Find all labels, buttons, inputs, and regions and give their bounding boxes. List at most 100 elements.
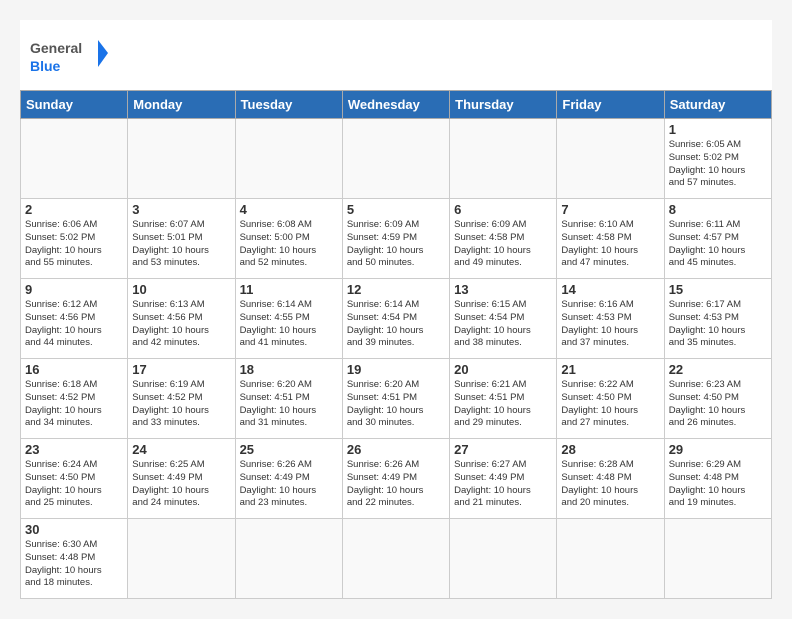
day-cell: 14 Sunrise: 6:16 AM Sunset: 4:53 PM Dayli…	[557, 279, 664, 359]
day-number: 26	[347, 442, 445, 457]
day-cell: 20Sunrise: 6:21 AM Sunset: 4:51 PM Dayli…	[450, 359, 557, 439]
day-number: 14	[561, 282, 659, 297]
day-cell: 22Sunrise: 6:23 AM Sunset: 4:50 PM Dayli…	[664, 359, 771, 439]
day-cell	[128, 119, 235, 199]
svg-text:Blue: Blue	[30, 58, 61, 74]
day-info: Sunrise: 6:29 AM Sunset: 4:48 PM Dayligh…	[669, 459, 767, 510]
day-number: 2	[25, 202, 123, 217]
day-cell: 25 Sunrise: 6:26 AM Sunset: 4:49 PM Dayli…	[235, 439, 342, 519]
day-cell	[128, 519, 235, 599]
logo: General Blue	[30, 35, 110, 80]
day-info: Sunrise: 6:27 AM Sunset: 4:49 PM Dayligh…	[454, 459, 552, 510]
day-cell: 26 Sunrise: 6:26 AM Sunset: 4:49 PM Dayli…	[342, 439, 449, 519]
day-cell: 12Sunrise: 6:14 AM Sunset: 4:54 PM Dayli…	[342, 279, 449, 359]
week-row-4: 16Sunrise: 6:18 AM Sunset: 4:52 PM Dayli…	[21, 359, 772, 439]
day-cell: 28 Sunrise: 6:28 AM Sunset: 4:48 PM Dayli…	[557, 439, 664, 519]
day-cell: 4Sunrise: 6:08 AM Sunset: 5:00 PM Daylig…	[235, 199, 342, 279]
page: General Blue SundayMondayTuesdayWednesda…	[20, 20, 772, 599]
day-info: Sunrise: 6:10 AM Sunset: 4:58 PM Dayligh…	[561, 219, 659, 270]
day-info: Sunrise: 6:06 AM Sunset: 5:02 PM Dayligh…	[25, 219, 123, 270]
day-number: 18	[240, 362, 338, 377]
day-cell: 29 Sunrise: 6:29 AM Sunset: 4:48 PM Dayli…	[664, 439, 771, 519]
day-cell	[557, 519, 664, 599]
day-cell: 19Sunrise: 6:20 AM Sunset: 4:51 PM Dayli…	[342, 359, 449, 439]
day-cell	[21, 119, 128, 199]
day-cell: 5Sunrise: 6:09 AM Sunset: 4:59 PM Daylig…	[342, 199, 449, 279]
day-number: 6	[454, 202, 552, 217]
day-number: 24	[132, 442, 230, 457]
day-cell: 16Sunrise: 6:18 AM Sunset: 4:52 PM Dayli…	[21, 359, 128, 439]
logo-icon: General Blue	[30, 35, 110, 80]
day-cell: 2 Sunrise: 6:06 AM Sunset: 5:02 PM Daylig…	[21, 199, 128, 279]
day-cell	[235, 519, 342, 599]
day-cell	[450, 119, 557, 199]
day-number: 7	[561, 202, 659, 217]
day-cell: 8 Sunrise: 6:11 AM Sunset: 4:57 PM Daylig…	[664, 199, 771, 279]
weekday-tuesday: Tuesday	[235, 91, 342, 119]
day-cell: 1 Sunrise: 6:05 AM Sunset: 5:02 PM Daylig…	[664, 119, 771, 199]
day-number: 13	[454, 282, 552, 297]
day-info: Sunrise: 6:26 AM Sunset: 4:49 PM Dayligh…	[240, 459, 338, 510]
day-cell: 11Sunrise: 6:14 AM Sunset: 4:55 PM Dayli…	[235, 279, 342, 359]
day-cell: 10 Sunrise: 6:13 AM Sunset: 4:56 PM Dayli…	[128, 279, 235, 359]
day-cell	[557, 119, 664, 199]
day-number: 27	[454, 442, 552, 457]
week-row-3: 9 Sunrise: 6:12 AM Sunset: 4:56 PM Daylig…	[21, 279, 772, 359]
weekday-sunday: Sunday	[21, 91, 128, 119]
day-info: Sunrise: 6:28 AM Sunset: 4:48 PM Dayligh…	[561, 459, 659, 510]
day-info: Sunrise: 6:07 AM Sunset: 5:01 PM Dayligh…	[132, 219, 230, 270]
day-cell	[342, 119, 449, 199]
day-info: Sunrise: 6:11 AM Sunset: 4:57 PM Dayligh…	[669, 219, 767, 270]
day-cell: 15 Sunrise: 6:17 AM Sunset: 4:53 PM Dayli…	[664, 279, 771, 359]
weekday-thursday: Thursday	[450, 91, 557, 119]
day-number: 8	[669, 202, 767, 217]
day-number: 11	[240, 282, 338, 297]
weekday-friday: Friday	[557, 91, 664, 119]
day-cell: 3Sunrise: 6:07 AM Sunset: 5:01 PM Daylig…	[128, 199, 235, 279]
day-info: Sunrise: 6:15 AM Sunset: 4:54 PM Dayligh…	[454, 299, 552, 350]
day-cell: 27 Sunrise: 6:27 AM Sunset: 4:49 PM Dayli…	[450, 439, 557, 519]
day-number: 25	[240, 442, 338, 457]
day-info: Sunrise: 6:19 AM Sunset: 4:52 PM Dayligh…	[132, 379, 230, 430]
day-info: Sunrise: 6:23 AM Sunset: 4:50 PM Dayligh…	[669, 379, 767, 430]
day-info: Sunrise: 6:30 AM Sunset: 4:48 PM Dayligh…	[25, 539, 123, 590]
day-info: Sunrise: 6:08 AM Sunset: 5:00 PM Dayligh…	[240, 219, 338, 270]
day-cell	[450, 519, 557, 599]
day-cell: 21Sunrise: 6:22 AM Sunset: 4:50 PM Dayli…	[557, 359, 664, 439]
day-info: Sunrise: 6:09 AM Sunset: 4:58 PM Dayligh…	[454, 219, 552, 270]
day-number: 15	[669, 282, 767, 297]
day-cell: 9 Sunrise: 6:12 AM Sunset: 4:56 PM Daylig…	[21, 279, 128, 359]
day-info: Sunrise: 6:16 AM Sunset: 4:53 PM Dayligh…	[561, 299, 659, 350]
day-info: Sunrise: 6:17 AM Sunset: 4:53 PM Dayligh…	[669, 299, 767, 350]
day-info: Sunrise: 6:12 AM Sunset: 4:56 PM Dayligh…	[25, 299, 123, 350]
day-number: 23	[25, 442, 123, 457]
day-cell: 7 Sunrise: 6:10 AM Sunset: 4:58 PM Daylig…	[557, 199, 664, 279]
day-number: 28	[561, 442, 659, 457]
day-number: 5	[347, 202, 445, 217]
day-info: Sunrise: 6:25 AM Sunset: 4:49 PM Dayligh…	[132, 459, 230, 510]
svg-text:General: General	[30, 40, 82, 56]
day-info: Sunrise: 6:26 AM Sunset: 4:49 PM Dayligh…	[347, 459, 445, 510]
weekday-monday: Monday	[128, 91, 235, 119]
week-row-6: 30Sunrise: 6:30 AM Sunset: 4:48 PM Dayli…	[21, 519, 772, 599]
day-number: 16	[25, 362, 123, 377]
day-cell: 13 Sunrise: 6:15 AM Sunset: 4:54 PM Dayli…	[450, 279, 557, 359]
day-info: Sunrise: 6:22 AM Sunset: 4:50 PM Dayligh…	[561, 379, 659, 430]
day-info: Sunrise: 6:21 AM Sunset: 4:51 PM Dayligh…	[454, 379, 552, 430]
day-number: 9	[25, 282, 123, 297]
day-number: 19	[347, 362, 445, 377]
day-info: Sunrise: 6:05 AM Sunset: 5:02 PM Dayligh…	[669, 139, 767, 190]
day-number: 1	[669, 122, 767, 137]
day-number: 29	[669, 442, 767, 457]
day-cell: 23 Sunrise: 6:24 AM Sunset: 4:50 PM Dayli…	[21, 439, 128, 519]
calendar-table: SundayMondayTuesdayWednesdayThursdayFrid…	[20, 90, 772, 599]
day-number: 10	[132, 282, 230, 297]
week-row-2: 2 Sunrise: 6:06 AM Sunset: 5:02 PM Daylig…	[21, 199, 772, 279]
day-info: Sunrise: 6:13 AM Sunset: 4:56 PM Dayligh…	[132, 299, 230, 350]
day-number: 12	[347, 282, 445, 297]
week-row-5: 23 Sunrise: 6:24 AM Sunset: 4:50 PM Dayli…	[21, 439, 772, 519]
weekday-saturday: Saturday	[664, 91, 771, 119]
day-info: Sunrise: 6:24 AM Sunset: 4:50 PM Dayligh…	[25, 459, 123, 510]
weekday-header-row: SundayMondayTuesdayWednesdayThursdayFrid…	[21, 91, 772, 119]
week-row-1: 1 Sunrise: 6:05 AM Sunset: 5:02 PM Daylig…	[21, 119, 772, 199]
